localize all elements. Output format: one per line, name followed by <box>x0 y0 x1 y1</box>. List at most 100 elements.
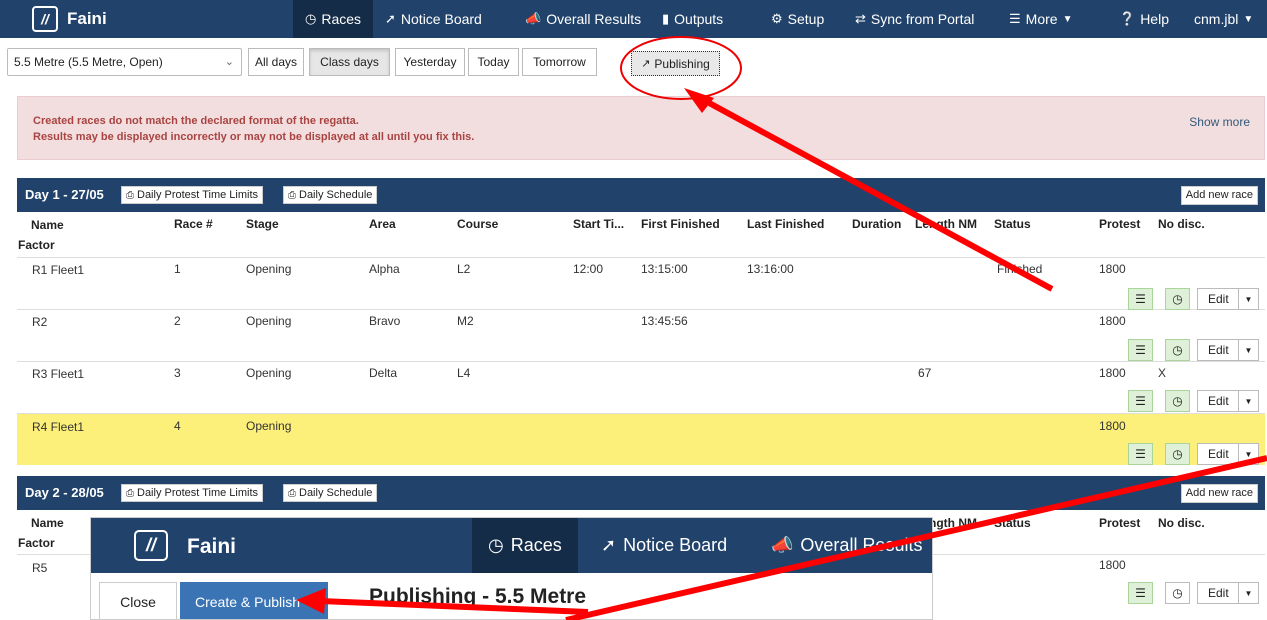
filter-class-days[interactable]: Class days <box>309 48 390 76</box>
race-protest: 1800 <box>1099 262 1126 276</box>
top-navbar: // Faini ◷ Races ➚ Notice Board 📣 Overall R… <box>0 0 1267 38</box>
protest-time-limits-button[interactable]: ⎙ Daily Protest Time Limits <box>121 186 264 204</box>
list-icon: ☰ <box>1135 447 1146 461</box>
nav-setup[interactable]: ⚙ Setup <box>771 0 824 38</box>
filter-yesterday[interactable]: Yesterday <box>395 48 465 76</box>
clock-icon: ◷ <box>1172 292 1183 306</box>
inset-nav-overall-results[interactable]: 📣 Overall Results <box>771 518 922 573</box>
dialog-title: Publishing - 5.5 Metre <box>369 585 587 608</box>
col-stage: Stage <box>246 217 279 231</box>
caret-down-icon[interactable]: ▼ <box>1238 583 1258 603</box>
inset-nav-notice-board[interactable]: ➚ Notice Board <box>601 518 727 573</box>
filter-all-days[interactable]: All days <box>248 48 304 76</box>
show-more-link[interactable]: Show more <box>1189 115 1250 129</box>
race-number: 1 <box>174 262 181 276</box>
race-length: 67 <box>918 366 932 380</box>
race-first-finished: 13:45:56 <box>641 314 688 328</box>
nav-more-label: More <box>1025 11 1058 27</box>
question-icon: ❔ <box>1119 11 1136 26</box>
race-last-finished: 13:16:00 <box>747 262 794 276</box>
close-button[interactable]: Close <box>99 582 177 619</box>
timing-button[interactable]: ◷ <box>1165 582 1190 604</box>
edit-button[interactable]: Edit ▼ <box>1197 443 1259 465</box>
results-list-button[interactable]: ☰ <box>1128 339 1153 361</box>
edit-button[interactable]: Edit ▼ <box>1197 339 1259 361</box>
nav-outputs[interactable]: ▮ Outputs <box>662 0 723 38</box>
chevron-down-icon: ⌄ <box>224 56 234 68</box>
list-icon: ☰ <box>1135 586 1146 600</box>
add-new-race-button[interactable]: Add new race <box>1180 484 1258 503</box>
nav-help[interactable]: ❔ Help <box>1119 0 1169 38</box>
edit-button[interactable]: Edit ▼ <box>1197 288 1259 310</box>
col-start-time: Start Ti... <box>573 217 625 231</box>
filter-today[interactable]: Today <box>468 48 519 76</box>
table-row[interactable] <box>17 361 1265 413</box>
timing-button[interactable]: ◷ <box>1165 339 1190 361</box>
race-area: Delta <box>369 366 398 380</box>
race-course: M2 <box>457 314 474 328</box>
edit-label: Edit <box>1208 447 1229 461</box>
nav-user[interactable]: cnm.jbl ▼ <box>1194 0 1253 38</box>
caret-down-icon[interactable]: ▼ <box>1238 444 1258 464</box>
faini-logo-icon: // <box>134 530 168 561</box>
daily-schedule-label: Daily Schedule <box>299 189 373 201</box>
create-and-publish-button[interactable]: Create & Publish <box>180 582 328 619</box>
brand[interactable]: // Faini <box>32 6 107 32</box>
caret-down-icon[interactable]: ▼ <box>1238 340 1258 360</box>
col-status: Status <box>994 217 1031 231</box>
col-name: Name <box>31 516 64 530</box>
col-status: Status <box>994 516 1031 530</box>
add-new-race-button[interactable]: Add new race <box>1180 186 1258 205</box>
nav-races[interactable]: ◷ Races <box>293 0 373 38</box>
caret-down-icon[interactable]: ▼ <box>1238 289 1258 309</box>
sync-icon: ⇄ <box>855 11 866 26</box>
alert-line-1: Created races do not match the declared … <box>33 115 359 127</box>
results-list-button[interactable]: ☰ <box>1128 288 1153 310</box>
megaphone-icon: 📣 <box>525 11 542 26</box>
publishing-button[interactable]: ↗ Publishing <box>631 51 720 76</box>
col-area: Area <box>369 217 396 231</box>
inset-brand-name: Faini <box>187 535 237 558</box>
protest-time-limits-button[interactable]: ⎙ Daily Protest Time Limits <box>121 484 264 502</box>
day-header: Day 2 - 28/05 ⎙ Daily Protest Time Limits… <box>17 476 1265 510</box>
race-status: Finished <box>997 262 1043 276</box>
col-protest: Protest <box>1099 516 1141 530</box>
caret-down-icon: ▼ <box>1243 13 1254 25</box>
race-first-finished: 13:15:00 <box>641 262 688 276</box>
daily-schedule-button[interactable]: ⎙ Daily Schedule <box>283 484 378 502</box>
race-course: L2 <box>457 262 471 276</box>
race-course: L4 <box>457 366 471 380</box>
nav-notice-board[interactable]: ➚ Notice Board <box>385 0 482 38</box>
results-list-button[interactable]: ☰ <box>1128 390 1153 412</box>
alert-line-2: Results may be displayed incorrectly or … <box>33 131 475 143</box>
edit-label: Edit <box>1208 394 1229 408</box>
print-icon: ⎙ <box>126 189 134 201</box>
race-name: R3 Fleet1 <box>32 367 85 381</box>
col-name: Name <box>31 218 64 232</box>
nav-overall-results[interactable]: 📣 Overall Results <box>525 0 641 38</box>
caret-down-icon[interactable]: ▼ <box>1238 391 1258 411</box>
class-select[interactable]: 5.5 Metre (5.5 Metre, Open) ⌄ <box>7 48 242 76</box>
race-number: 3 <box>174 366 181 380</box>
table-row-highlighted[interactable] <box>17 413 1265 465</box>
race-name: R5 <box>32 561 48 575</box>
inset-nav-notice-board-label: Notice Board <box>623 535 728 555</box>
race-name: R2 <box>32 315 48 329</box>
print-icon: ⎙ <box>288 189 296 201</box>
nav-more[interactable]: ☰ More ▼ <box>1009 0 1072 38</box>
timing-button[interactable]: ◷ <box>1165 390 1190 412</box>
filter-tomorrow[interactable]: Tomorrow <box>522 48 597 76</box>
inset-nav-races[interactable]: ◷ Races <box>472 518 578 573</box>
race-stage: Opening <box>246 366 292 380</box>
edit-button[interactable]: Edit ▼ <box>1197 390 1259 412</box>
nav-sync[interactable]: ⇄ Sync from Portal <box>855 0 974 38</box>
edit-button[interactable]: Edit ▼ <box>1197 582 1259 604</box>
daily-schedule-button[interactable]: ⎙ Daily Schedule <box>283 186 378 204</box>
results-list-button[interactable]: ☰ <box>1128 582 1153 604</box>
race-protest: 1800 <box>1099 558 1126 572</box>
results-list-button[interactable]: ☰ <box>1128 443 1153 465</box>
timing-button[interactable]: ◷ <box>1165 443 1190 465</box>
timing-button[interactable]: ◷ <box>1165 288 1190 310</box>
day-title: Day 1 - 27/05 <box>25 187 104 202</box>
nav-races-label: Races <box>321 11 362 27</box>
